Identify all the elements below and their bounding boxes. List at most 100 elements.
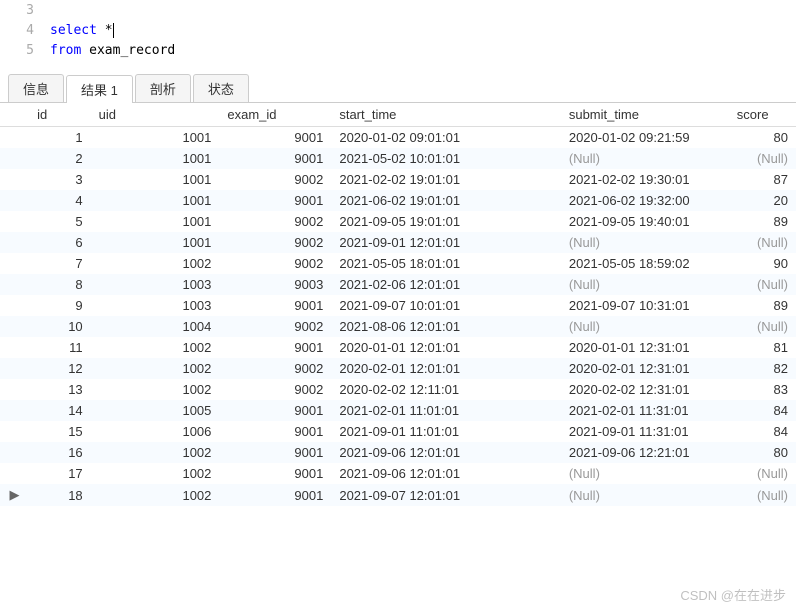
cell-uid[interactable]: 1003	[91, 295, 220, 316]
cell-submit_time[interactable]: (Null)	[561, 316, 729, 337]
cell-submit_time[interactable]: (Null)	[561, 274, 729, 295]
cell-exam_id[interactable]: 9002	[219, 253, 331, 274]
cell-score[interactable]: 87	[729, 169, 796, 190]
code-text[interactable]: from exam_record	[50, 43, 175, 58]
code-text[interactable]: select *	[50, 23, 114, 38]
cell-score[interactable]: 89	[729, 295, 796, 316]
sql-editor[interactable]: 34select *5from exam_record	[0, 0, 796, 68]
cell-id[interactable]: 18	[29, 484, 91, 506]
cell-score[interactable]: 81	[729, 337, 796, 358]
cell-start_time[interactable]: 2021-09-07 12:01:01	[331, 484, 561, 506]
cell-submit_time[interactable]: 2021-09-07 10:31:01	[561, 295, 729, 316]
cell-id[interactable]: 2	[29, 148, 91, 169]
result-table[interactable]: iduidexam_idstart_timesubmit_timescore 1…	[0, 103, 796, 506]
cell-score[interactable]: 84	[729, 400, 796, 421]
cell-exam_id[interactable]: 9003	[219, 274, 331, 295]
cell-score[interactable]: (Null)	[729, 148, 796, 169]
tab-2[interactable]: 剖析	[135, 74, 191, 102]
cell-submit_time[interactable]: 2021-05-05 18:59:02	[561, 253, 729, 274]
tab-3[interactable]: 状态	[193, 74, 249, 102]
code-line[interactable]: 3	[0, 0, 796, 20]
cell-uid[interactable]: 1003	[91, 274, 220, 295]
cell-uid[interactable]: 1001	[91, 148, 220, 169]
cell-id[interactable]: 7	[29, 253, 91, 274]
table-row[interactable]: 3100190022021-02-02 19:01:012021-02-02 1…	[0, 169, 796, 190]
cell-score[interactable]: (Null)	[729, 316, 796, 337]
column-header-id[interactable]: id	[29, 103, 91, 127]
cell-score[interactable]: 84	[729, 421, 796, 442]
table-row[interactable]: 13100290022020-02-02 12:11:012020-02-02 …	[0, 379, 796, 400]
cell-uid[interactable]: 1001	[91, 127, 220, 149]
code-line[interactable]: 4select *	[0, 20, 796, 40]
tab-1[interactable]: 结果 1	[66, 75, 133, 103]
cell-exam_id[interactable]: 9001	[219, 127, 331, 149]
cell-id[interactable]: 6	[29, 232, 91, 253]
cell-start_time[interactable]: 2020-02-02 12:11:01	[331, 379, 561, 400]
cell-id[interactable]: 5	[29, 211, 91, 232]
table-row[interactable]: 7100290022021-05-05 18:01:012021-05-05 1…	[0, 253, 796, 274]
cell-start_time[interactable]: 2021-09-06 12:01:01	[331, 463, 561, 484]
cell-uid[interactable]: 1001	[91, 190, 220, 211]
cell-submit_time[interactable]: 2021-09-01 11:31:01	[561, 421, 729, 442]
cell-score[interactable]: (Null)	[729, 232, 796, 253]
cell-start_time[interactable]: 2021-09-01 12:01:01	[331, 232, 561, 253]
cell-submit_time[interactable]: 2021-09-06 12:21:01	[561, 442, 729, 463]
column-header-submit_time[interactable]: submit_time	[561, 103, 729, 127]
cell-id[interactable]: 16	[29, 442, 91, 463]
table-row[interactable]: 8100390032021-02-06 12:01:01(Null)(Null)	[0, 274, 796, 295]
code-line[interactable]: 5from exam_record	[0, 40, 796, 60]
cell-submit_time[interactable]: (Null)	[561, 484, 729, 506]
cell-uid[interactable]: 1002	[91, 379, 220, 400]
table-row[interactable]: 10100490022021-08-06 12:01:01(Null)(Null…	[0, 316, 796, 337]
cell-exam_id[interactable]: 9001	[219, 442, 331, 463]
cell-uid[interactable]: 1002	[91, 484, 220, 506]
table-row[interactable]: 16100290012021-09-06 12:01:012021-09-06 …	[0, 442, 796, 463]
cell-submit_time[interactable]: 2021-02-02 19:30:01	[561, 169, 729, 190]
cell-id[interactable]: 12	[29, 358, 91, 379]
cell-uid[interactable]: 1001	[91, 211, 220, 232]
cell-start_time[interactable]: 2021-09-06 12:01:01	[331, 442, 561, 463]
cell-submit_time[interactable]: (Null)	[561, 232, 729, 253]
cell-start_time[interactable]: 2020-01-01 12:01:01	[331, 337, 561, 358]
table-row[interactable]: 14100590012021-02-01 11:01:012021-02-01 …	[0, 400, 796, 421]
cell-score[interactable]: 82	[729, 358, 796, 379]
table-row[interactable]: 17100290012021-09-06 12:01:01(Null)(Null…	[0, 463, 796, 484]
cell-score[interactable]: 80	[729, 442, 796, 463]
cell-uid[interactable]: 1001	[91, 169, 220, 190]
cell-exam_id[interactable]: 9001	[219, 421, 331, 442]
cell-id[interactable]: 1	[29, 127, 91, 149]
cell-exam_id[interactable]: 9001	[219, 400, 331, 421]
cell-score[interactable]: (Null)	[729, 484, 796, 506]
cell-id[interactable]: 10	[29, 316, 91, 337]
cell-uid[interactable]: 1004	[91, 316, 220, 337]
cell-exam_id[interactable]: 9001	[219, 148, 331, 169]
cell-submit_time[interactable]: (Null)	[561, 463, 729, 484]
cell-submit_time[interactable]: 2021-02-01 11:31:01	[561, 400, 729, 421]
cell-start_time[interactable]: 2021-06-02 19:01:01	[331, 190, 561, 211]
cell-id[interactable]: 14	[29, 400, 91, 421]
cell-start_time[interactable]: 2021-09-01 11:01:01	[331, 421, 561, 442]
column-header-score[interactable]: score	[729, 103, 796, 127]
cell-score[interactable]: 20	[729, 190, 796, 211]
cell-start_time[interactable]: 2021-09-07 10:01:01	[331, 295, 561, 316]
cell-uid[interactable]: 1002	[91, 358, 220, 379]
result-grid[interactable]: iduidexam_idstart_timesubmit_timescore 1…	[0, 103, 796, 506]
cell-score[interactable]: 83	[729, 379, 796, 400]
column-header-exam_id[interactable]: exam_id	[219, 103, 331, 127]
table-row[interactable]: 12100290022020-02-01 12:01:012020-02-01 …	[0, 358, 796, 379]
table-row[interactable]: 6100190022021-09-01 12:01:01(Null)(Null)	[0, 232, 796, 253]
cell-id[interactable]: 3	[29, 169, 91, 190]
cell-uid[interactable]: 1005	[91, 400, 220, 421]
cell-start_time[interactable]: 2021-09-05 19:01:01	[331, 211, 561, 232]
cell-uid[interactable]: 1002	[91, 442, 220, 463]
table-row[interactable]: 4100190012021-06-02 19:01:012021-06-02 1…	[0, 190, 796, 211]
cell-uid[interactable]: 1001	[91, 232, 220, 253]
cell-score[interactable]: (Null)	[729, 463, 796, 484]
cell-score[interactable]: (Null)	[729, 274, 796, 295]
cell-exam_id[interactable]: 9002	[219, 379, 331, 400]
table-row[interactable]: 15100690012021-09-01 11:01:012021-09-01 …	[0, 421, 796, 442]
table-row[interactable]: 5100190022021-09-05 19:01:012021-09-05 1…	[0, 211, 796, 232]
cell-id[interactable]: 8	[29, 274, 91, 295]
cell-exam_id[interactable]: 9002	[219, 232, 331, 253]
cell-score[interactable]: 90	[729, 253, 796, 274]
